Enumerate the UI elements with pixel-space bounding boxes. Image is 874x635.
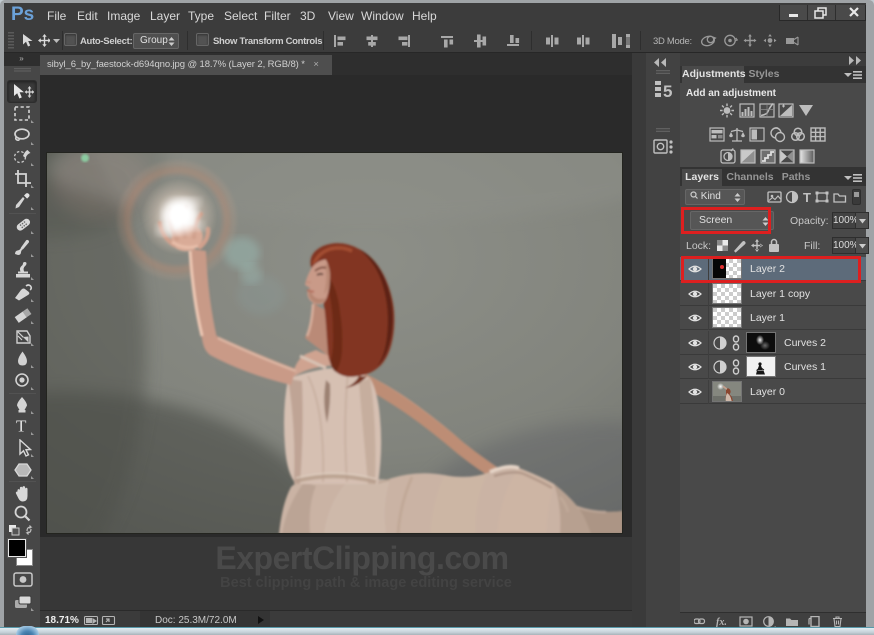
- svg-text:.: .: [774, 620, 776, 627]
- svg-text:T: T: [16, 417, 27, 435]
- svg-text:T: T: [803, 190, 811, 205]
- svg-text:5: 5: [663, 82, 672, 100]
- svg-text:fx.: fx.: [716, 617, 727, 627]
